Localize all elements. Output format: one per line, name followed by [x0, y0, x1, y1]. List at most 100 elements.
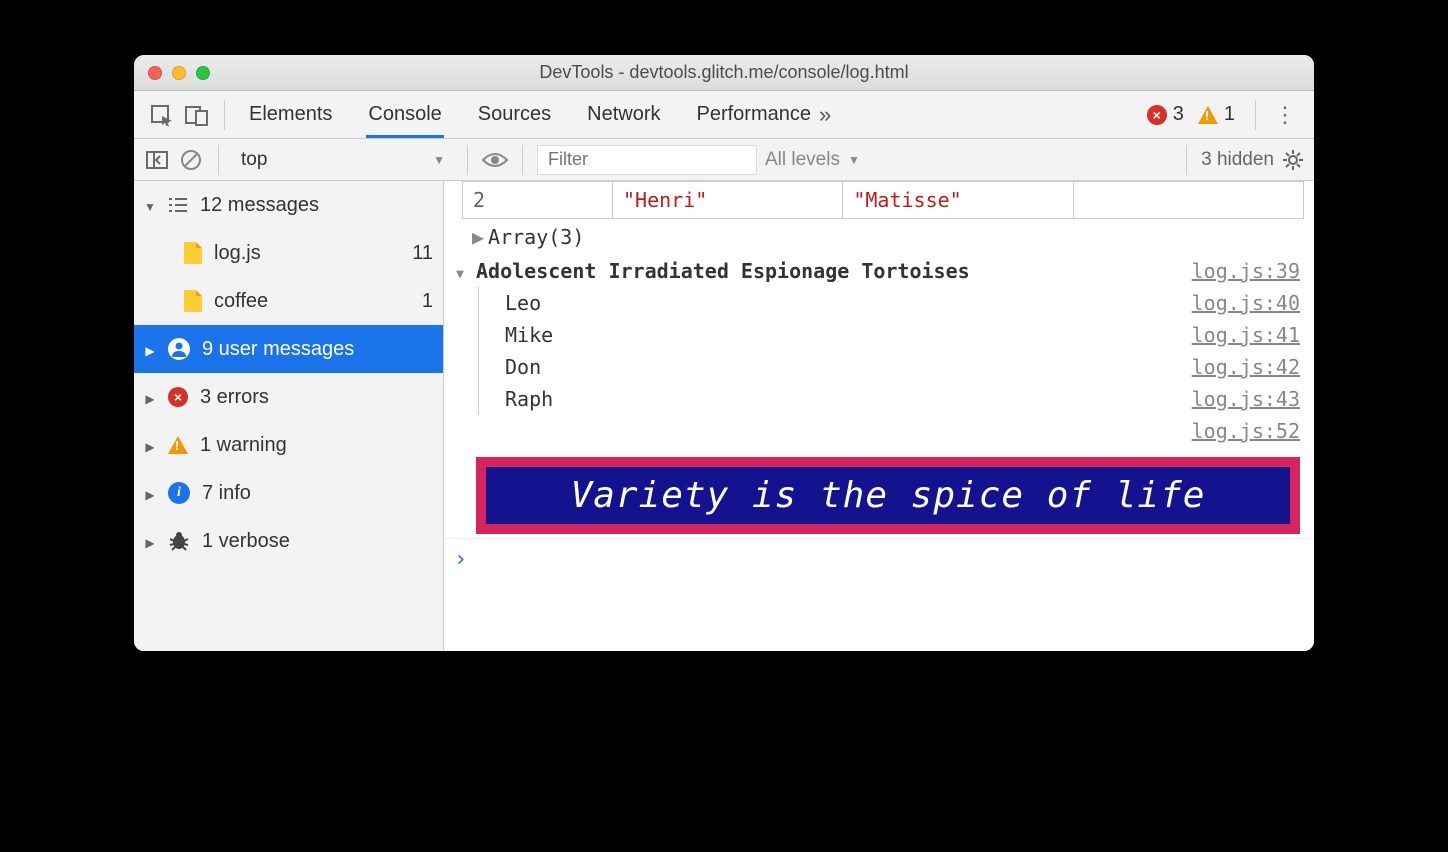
bug-icon [168, 531, 190, 551]
log-levels-label: All levels [765, 149, 840, 171]
tab-console[interactable]: Console [366, 92, 443, 138]
console-group-body: Leo log.js:40 Mike log.js:41 Don log.js:… [478, 287, 1314, 415]
source-link[interactable]: log.js:42 [1192, 355, 1300, 379]
count-badge: 11 [412, 242, 433, 265]
inspect-element-icon[interactable] [146, 100, 176, 130]
sidebar-item-messages[interactable]: 12 messages [134, 181, 443, 229]
dropdown-icon: ▼ [848, 153, 860, 167]
warning-icon [1198, 106, 1218, 124]
filter-input[interactable] [537, 145, 757, 175]
toggle-sidebar-icon[interactable] [144, 147, 170, 173]
group-title: Adolescent Irradiated Espionage Tortoise… [476, 259, 1192, 283]
source-link[interactable]: log.js:40 [1192, 291, 1300, 315]
list-icon [168, 197, 188, 213]
devtools-window: DevTools - devtools.glitch.me/console/lo… [134, 55, 1314, 651]
info-icon: i [168, 482, 190, 504]
settings-menu-icon[interactable]: ⋮ [1268, 102, 1302, 128]
file-icon [184, 242, 202, 264]
log-text: Don [505, 355, 1192, 379]
sidebar-item-user-messages[interactable]: 9 user messages [134, 325, 443, 373]
sidebar-item-file[interactable]: coffee 1 [134, 277, 443, 325]
clear-console-icon[interactable] [178, 147, 204, 173]
divider [218, 145, 219, 175]
error-icon: × [168, 387, 188, 407]
minimize-window-button[interactable] [172, 66, 186, 80]
console-log-row[interactable]: log.js:52 [444, 415, 1314, 447]
log-text: Mike [505, 323, 1192, 347]
sidebar-item-label: 1 verbose [202, 530, 290, 553]
source-link[interactable]: log.js:52 [1192, 419, 1300, 443]
prompt-chevron-icon: › [454, 547, 467, 572]
tab-elements[interactable]: Elements [247, 92, 334, 138]
divider [522, 145, 523, 175]
chevron-right-icon [144, 338, 156, 361]
warning-count-value: 1 [1224, 103, 1235, 126]
sidebar-item-label: 7 info [202, 482, 251, 505]
console-body: 12 messages log.js 11 coffee 1 9 user me… [134, 181, 1314, 651]
zoom-window-button[interactable] [196, 66, 210, 80]
dropdown-icon: ▼ [433, 153, 445, 167]
divider [1255, 100, 1256, 130]
log-text: Leo [505, 291, 1192, 315]
console-log-row[interactable]: Don log.js:42 [479, 351, 1314, 383]
divider [1186, 145, 1187, 175]
traffic-lights [148, 66, 210, 80]
overflow-tabs-icon[interactable]: » [819, 102, 831, 128]
console-prompt[interactable]: › [444, 538, 1314, 580]
sidebar-item-label: coffee [214, 290, 268, 313]
chevron-down-icon [144, 194, 156, 217]
context-label: top [241, 149, 267, 171]
console-log-row[interactable]: Mike log.js:41 [479, 319, 1314, 351]
file-icon [184, 290, 202, 312]
cell-value: "Matisse" [843, 182, 1073, 219]
chevron-right-icon: ▶ [472, 225, 484, 249]
styled-log-banner: Variety is the spice of life [476, 457, 1300, 534]
tab-network[interactable]: Network [585, 92, 662, 138]
close-window-button[interactable] [148, 66, 162, 80]
window-title: DevTools - devtools.glitch.me/console/lo… [134, 62, 1314, 83]
chevron-right-icon [144, 482, 156, 505]
chevron-down-icon [444, 259, 476, 283]
tab-sources[interactable]: Sources [476, 92, 553, 138]
log-levels-dropdown[interactable]: All levels ▼ [765, 149, 860, 171]
sidebar-item-file[interactable]: log.js 11 [134, 229, 443, 277]
source-link[interactable]: log.js:41 [1192, 323, 1300, 347]
title-bar: DevTools - devtools.glitch.me/console/lo… [134, 55, 1314, 91]
count-badge: 1 [422, 290, 433, 313]
sidebar-item-verbose[interactable]: 1 verbose [134, 517, 443, 565]
source-link[interactable]: log.js:39 [1192, 259, 1300, 283]
console-settings-icon[interactable] [1282, 149, 1304, 171]
error-count-value: 3 [1173, 103, 1184, 126]
tab-performance[interactable]: Performance [695, 92, 814, 138]
cell-empty [1073, 182, 1303, 219]
console-toolbar: top ▼ All levels ▼ 3 hidden [134, 139, 1314, 181]
sidebar-item-label: 3 errors [200, 386, 269, 409]
console-sidebar: 12 messages log.js 11 coffee 1 9 user me… [134, 181, 444, 651]
warning-icon [168, 436, 188, 454]
sidebar-item-label: log.js [214, 242, 261, 265]
sidebar-item-label: 9 user messages [202, 338, 354, 361]
console-group-header[interactable]: Adolescent Irradiated Espionage Tortoise… [444, 255, 1314, 287]
array-label: Array(3) [488, 225, 584, 249]
hidden-messages[interactable]: 3 hidden [1201, 149, 1274, 171]
device-toolbar-icon[interactable] [182, 100, 212, 130]
user-icon [168, 338, 190, 360]
chevron-right-icon [144, 386, 156, 409]
warning-count[interactable]: 1 [1198, 103, 1235, 126]
error-icon: × [1147, 105, 1167, 125]
table-row[interactable]: 2 "Henri" "Matisse" [463, 182, 1304, 219]
cell-value: "Henri" [613, 182, 843, 219]
console-output: 2 "Henri" "Matisse" ▶ Array(3) Adolescen… [444, 181, 1314, 651]
sidebar-item-errors[interactable]: × 3 errors [134, 373, 443, 421]
sidebar-item-label: 1 warning [200, 434, 287, 457]
array-summary[interactable]: ▶ Array(3) [444, 219, 1314, 255]
sidebar-item-warnings[interactable]: 1 warning [134, 421, 443, 469]
sidebar-item-info[interactable]: i 7 info [134, 469, 443, 517]
console-log-row[interactable]: Leo log.js:40 [479, 287, 1314, 319]
context-selector[interactable]: top ▼ [233, 149, 453, 171]
error-count[interactable]: × 3 [1147, 103, 1184, 126]
live-expression-icon[interactable] [482, 147, 508, 173]
console-log-row[interactable]: Raph log.js:43 [479, 383, 1314, 415]
console-table: 2 "Henri" "Matisse" [462, 181, 1304, 219]
source-link[interactable]: log.js:43 [1192, 387, 1300, 411]
